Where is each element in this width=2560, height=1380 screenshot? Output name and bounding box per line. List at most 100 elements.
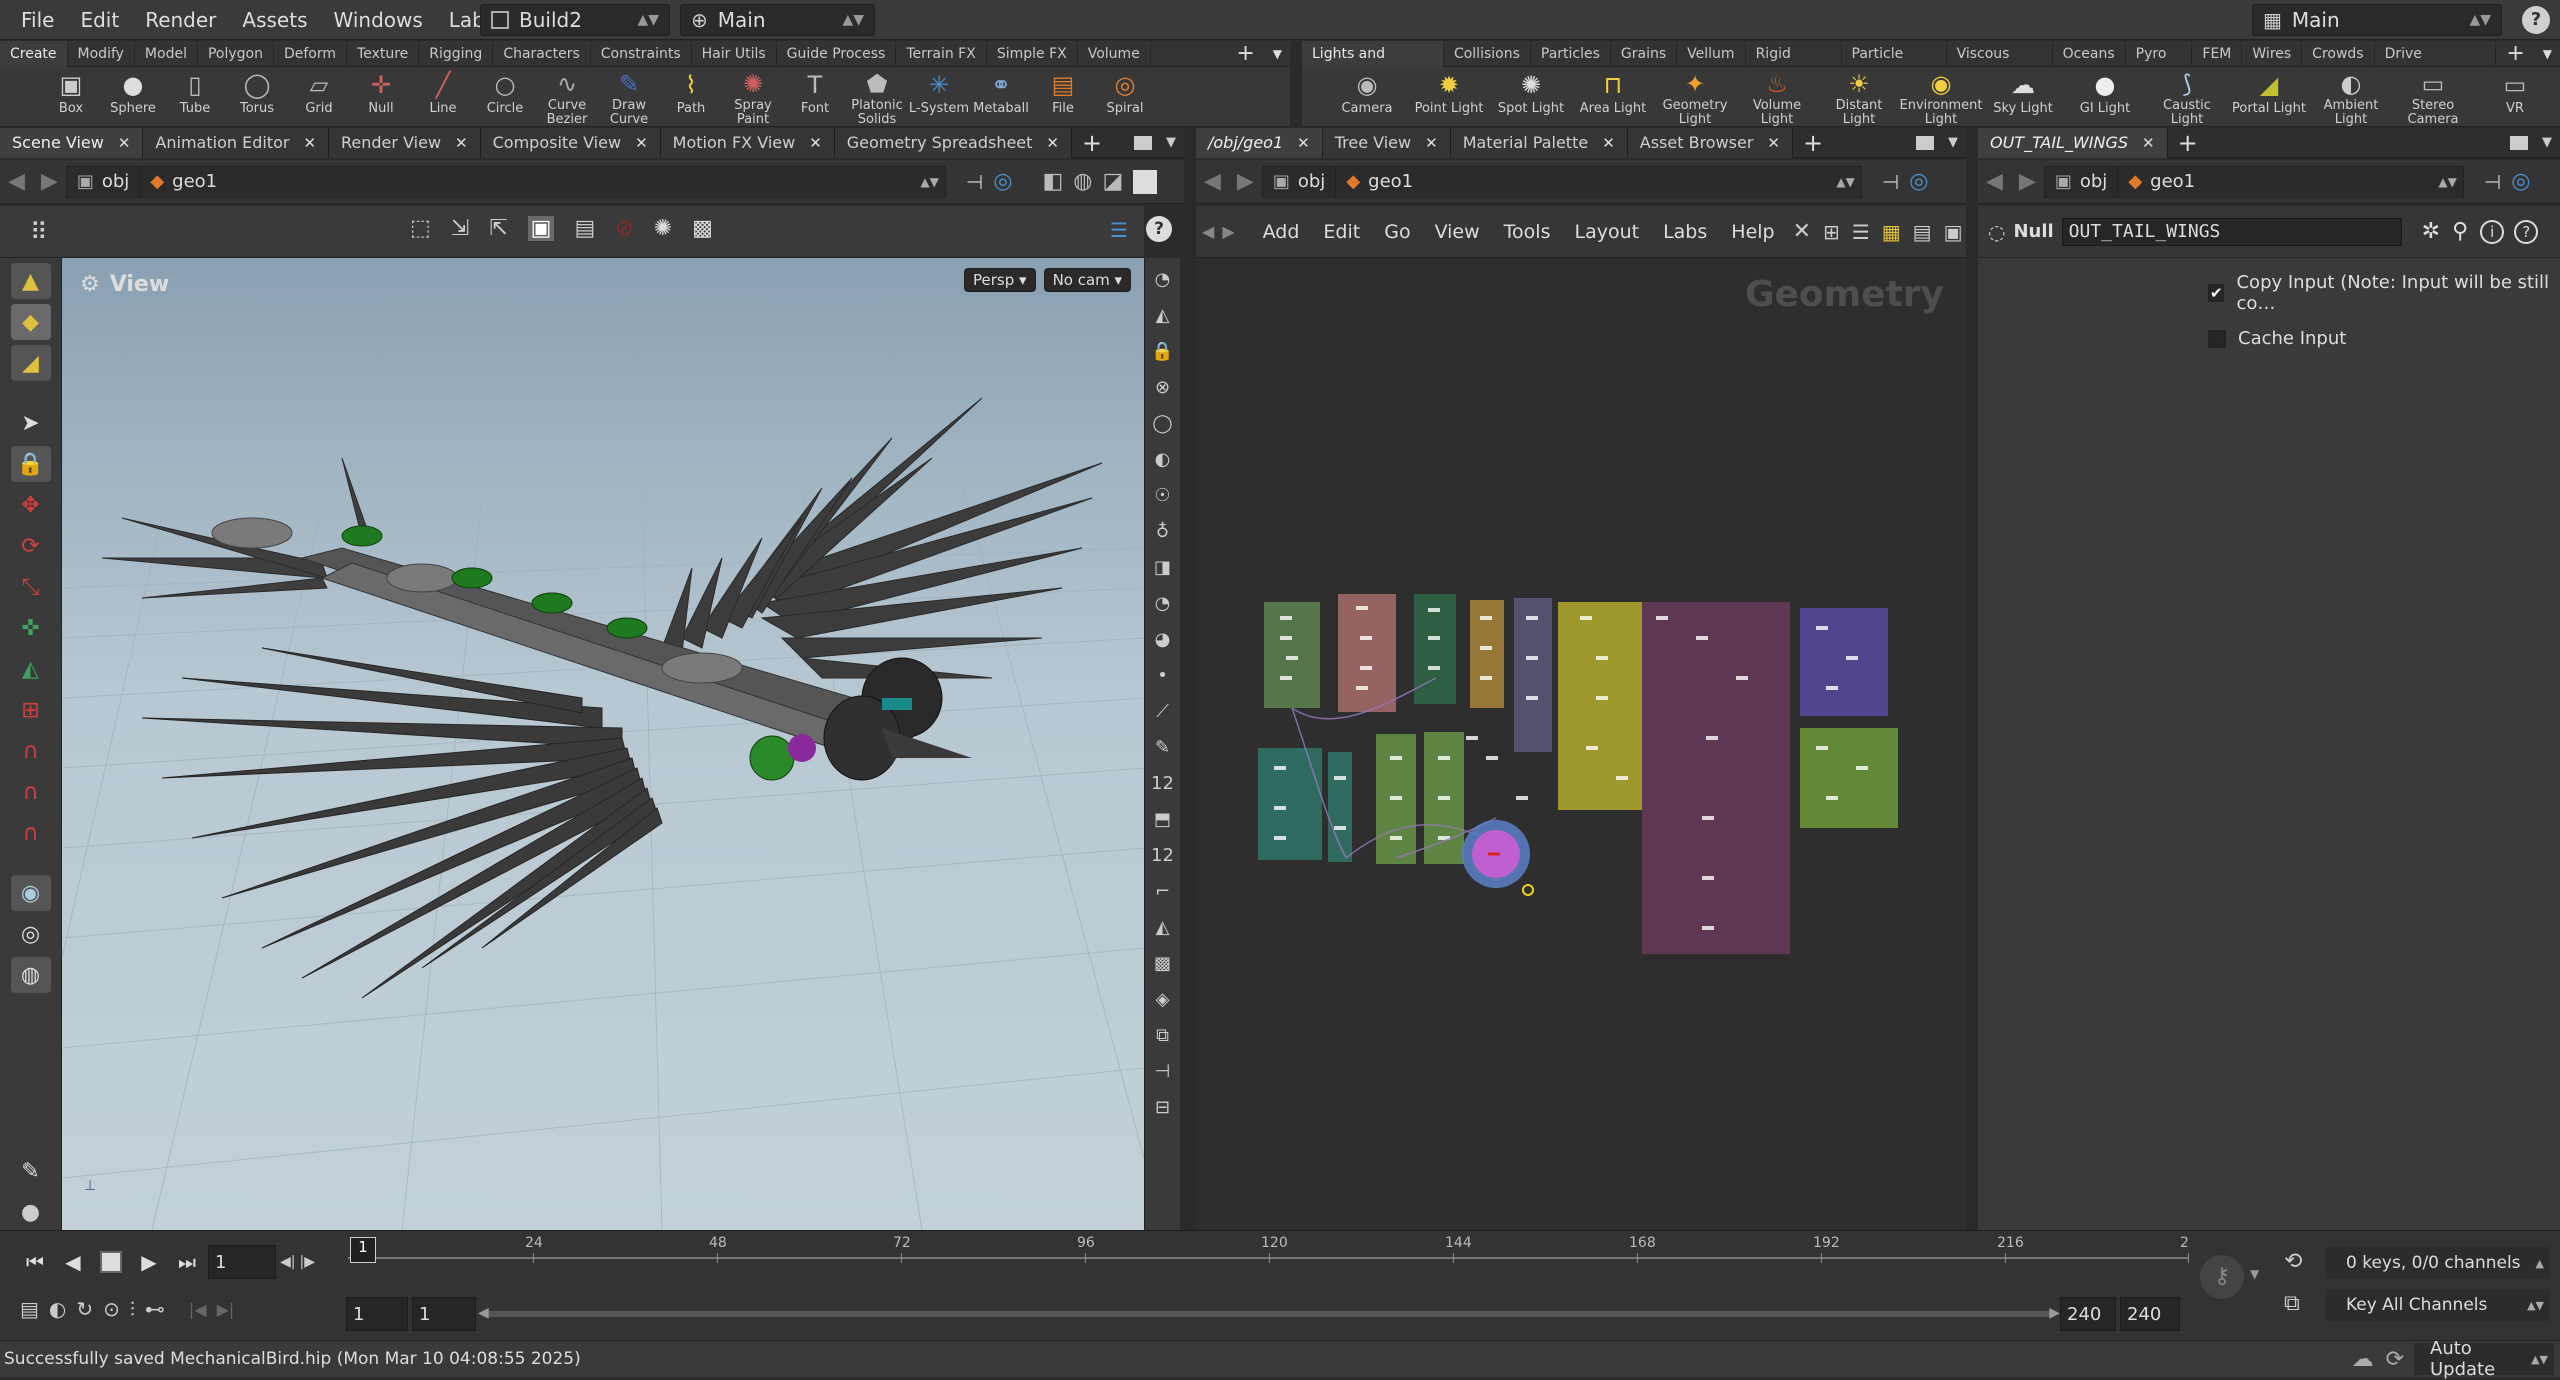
net-tools-icon[interactable]: ✕	[1793, 219, 1811, 244]
viewport-help-icon[interactable]: ?	[1146, 216, 1172, 242]
network-editor[interactable]: Geometry	[1196, 258, 1966, 1230]
play-reverse-icon[interactable]: ◀	[56, 1245, 90, 1279]
net-layout-icon[interactable]: ▣	[1944, 220, 1963, 244]
net-back-arrow-icon[interactable]: ◀	[1196, 169, 1229, 194]
net-back-icon[interactable]: ◀	[1202, 222, 1214, 241]
close-tab-icon[interactable]: ✕	[455, 128, 468, 158]
grid-snap-icon[interactable]: ▩	[692, 216, 713, 241]
net-pin-icon[interactable]: ⊣	[1882, 170, 1899, 194]
checker-icon[interactable]: ▩	[1149, 948, 1177, 978]
view-camera-icon[interactable]: ⚙	[80, 272, 100, 297]
add-pane2-tab-icon[interactable]: +	[1793, 129, 1833, 157]
pane-tab-motion-fx-view[interactable]: Motion FX View ✕	[660, 127, 835, 158]
ghost-icon[interactable]: ◯	[1149, 408, 1177, 438]
param-path-dropdown-icon[interactable]: ▲▼	[2438, 175, 2456, 189]
viewer-menu-icon[interactable]: ⠿	[30, 218, 48, 246]
no-select-icon[interactable]: ⊘	[615, 216, 633, 241]
key-all-channels-dropdown[interactable]: Key All Channels ▲▼	[2326, 1289, 2550, 1321]
eraser-icon[interactable]: ⬒	[1149, 804, 1177, 834]
help-icon[interactable]: ?	[2522, 6, 2550, 34]
close-tab-icon[interactable]: ✕	[635, 128, 648, 158]
stop-icon[interactable]	[94, 1245, 128, 1279]
shelf-tool-geometry-light[interactable]: ✦ Geometry Light	[1654, 67, 1736, 127]
param-path-box[interactable]: ▣ obj ◆ geo1 ▲▼	[2043, 165, 2464, 198]
shelf-tab-polygon[interactable]: Polygon	[198, 40, 274, 67]
pivot-tool-icon[interactable]: ◭	[10, 651, 51, 687]
param-back-arrow-icon[interactable]: ◀	[1978, 169, 2011, 194]
render-region-icon[interactable]: ◉	[10, 875, 51, 911]
shelf-tab-viscous-fluids[interactable]: Viscous Fluids	[1947, 40, 2053, 88]
shelf-tool-vr[interactable]: ▭ VR	[2474, 67, 2556, 127]
key-icon[interactable]: ⚷	[2200, 1255, 2244, 1299]
pane2-maximize-icon[interactable]	[1916, 135, 1934, 150]
net-menu-tools[interactable]: Tools	[1492, 221, 1563, 243]
net-path-dropdown-icon[interactable]: ▲▼	[1836, 175, 1854, 189]
param-pin-icon[interactable]: ⊣	[2484, 170, 2501, 194]
sync-icon[interactable]: ⊙	[103, 1297, 120, 1321]
shelf-tab-grains[interactable]: Grains	[1611, 40, 1678, 67]
net-fwd-icon[interactable]: ▶	[1222, 222, 1234, 241]
persp-menu[interactable]: Persp ▾	[964, 268, 1036, 292]
pane-tab-out-tail-wings[interactable]: OUT_TAIL_WINGS ✕	[1978, 127, 2168, 158]
net-forward-arrow-icon[interactable]: ▶	[1229, 169, 1262, 194]
background-icon[interactable]	[1133, 169, 1158, 194]
desktop-selector[interactable]: Build2 ▲▼	[480, 4, 670, 36]
select-tool-icon[interactable]: ➤	[10, 405, 51, 441]
shelf-tool-caustic-light[interactable]: ⟆ Caustic Light	[2146, 67, 2228, 127]
net-menu-layout[interactable]: Layout	[1562, 221, 1651, 243]
shelf-tool-circle[interactable]: ○ Circle	[474, 67, 536, 127]
magnet-icon[interactable]: ∩	[10, 733, 51, 769]
shelf-tab-terrain-fx[interactable]: Terrain FX	[896, 40, 987, 67]
pane-tab-animation-editor[interactable]: Animation Editor ✕	[143, 127, 330, 158]
shelf-tool-box[interactable]: ▣ Box	[40, 67, 102, 127]
shelf-tool-sphere[interactable]: ● Sphere	[102, 67, 164, 127]
shelf-tool-gi-light[interactable]: ● GI Light	[2064, 67, 2146, 127]
shelf-tool-spray-paint[interactable]: ✺ Spray Paint	[722, 67, 784, 127]
shelf-tool-null[interactable]: ✛ Null	[350, 67, 412, 127]
close-tab-icon[interactable]: ✕	[1046, 128, 1059, 158]
pane-tab-geometry-spreadsheet[interactable]: Geometry Spreadsheet ✕	[834, 127, 1072, 158]
menu-file[interactable]: File	[8, 0, 67, 40]
ticks-icon[interactable]: ⫶	[130, 1297, 135, 1321]
shelf-tool-portal-light[interactable]: ◢ Portal Light	[2228, 67, 2310, 127]
net-thumb-icon[interactable]: ▤	[1913, 220, 1932, 244]
point-icon[interactable]: •	[1149, 660, 1177, 690]
close-tab-icon[interactable]: ✕	[2142, 128, 2155, 158]
audio-icon[interactable]: ◐	[49, 1297, 66, 1321]
scene-viewport[interactable]: ⚙ View Persp ▾ No cam ▾ ⊥	[62, 258, 1144, 1230]
menu-edit[interactable]: Edit	[67, 0, 132, 40]
rotate-tool-icon[interactable]: ⟳	[10, 528, 51, 564]
brush-icon[interactable]: ⟋	[1149, 696, 1177, 726]
shelf-tab-characters[interactable]: Characters	[493, 40, 591, 67]
secure-select-icon[interactable]: ⇲	[451, 216, 469, 241]
magnet2-icon[interactable]: ∩	[10, 774, 51, 810]
shelf-tab-oceans[interactable]: Oceans	[2053, 40, 2126, 67]
scene-icon[interactable]: ◪	[1102, 169, 1123, 194]
back-arrow-icon[interactable]: ◀	[0, 169, 33, 194]
refresh-icon[interactable]: ⟳	[2386, 1347, 2404, 1372]
shelf-tab-crowds[interactable]: Crowds	[2302, 40, 2375, 67]
pane-tab--obj-geo1[interactable]: /obj/geo1 ✕	[1196, 127, 1323, 158]
shelf-tab-vellum[interactable]: Vellum	[1677, 40, 1746, 67]
key-mode-icon[interactable]: ⧉	[2284, 1291, 2300, 1316]
shelf-tool-l-system[interactable]: ✳ L-System	[908, 67, 970, 127]
jump-start-icon[interactable]: ⏮	[18, 1245, 52, 1279]
range-start2-field[interactable]: 1	[412, 1297, 476, 1331]
net-link-icon[interactable]: ◎	[1909, 169, 1928, 194]
shelf-tool-metaball[interactable]: ⚭ Metaball	[970, 67, 1032, 127]
shelf-menu-icon[interactable]: ▼	[1265, 47, 1290, 61]
shelf-tab-particle-fluids[interactable]: Particle Fluids	[1842, 40, 1947, 88]
transform-handle-icon[interactable]: ✜	[10, 610, 51, 646]
search-icon[interactable]: ⚲	[2452, 219, 2468, 244]
add-shelf-icon[interactable]: +	[1226, 41, 1264, 66]
loop-icon[interactable]: ↻	[76, 1297, 93, 1321]
move-tool-icon[interactable]: ✥	[10, 487, 51, 523]
realtime-icon[interactable]: ▤	[20, 1297, 39, 1321]
wire-icon[interactable]: ◔	[1149, 588, 1177, 618]
select-objects-icon[interactable]: ▣	[527, 216, 555, 241]
shelf-tab-collisions[interactable]: Collisions	[1444, 40, 1531, 67]
keys-sync-icon[interactable]: ⟲	[2284, 1249, 2302, 1274]
shelf-tab-model[interactable]: Model	[135, 40, 198, 67]
copy-input-checkbox[interactable]: ✔	[2208, 284, 2225, 302]
close-tab-icon[interactable]: ✕	[1767, 128, 1780, 158]
